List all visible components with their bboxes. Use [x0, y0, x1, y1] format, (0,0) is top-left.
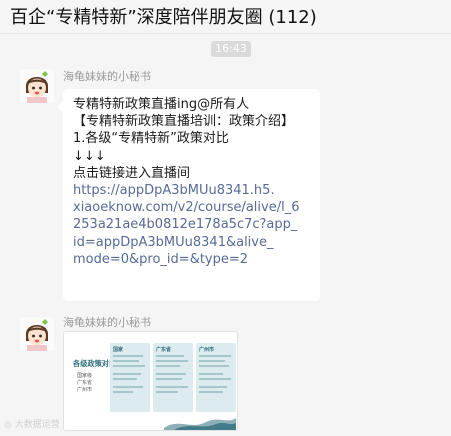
image-label: 广州市	[77, 387, 93, 393]
image-text-bar	[113, 391, 133, 393]
message-line: 专精特新政策直播ing@所有人	[73, 97, 250, 112]
wave-decoration-icon	[164, 418, 236, 430]
live-link[interactable]: xiaoeknow.com/v2/course/alive/l_6	[73, 199, 311, 216]
image-text-bar	[199, 360, 225, 362]
image-text-bar	[113, 355, 143, 357]
image-column-head: 广州市	[199, 347, 215, 353]
image-column: 广州市	[196, 343, 236, 412]
cartoon-girl-avatar-icon	[20, 69, 54, 103]
live-link[interactable]: mode=0&pro_id=&type=2	[73, 251, 311, 268]
image-text-bar	[199, 355, 231, 357]
live-link[interactable]: id=appDpA3bMUu8341&alive_	[73, 234, 311, 251]
avatar[interactable]	[20, 317, 54, 351]
avatar[interactable]	[20, 69, 54, 103]
cartoon-girl-avatar-icon	[20, 317, 54, 351]
image-message[interactable]: 各级政策对比 国家级 广东省 广州市 国家 广东省 广州市	[63, 331, 238, 431]
image-text-bar	[156, 373, 186, 375]
live-link[interactable]: https://appDpA3bMUu8341.h5.	[73, 182, 311, 199]
image-label: 国家级	[77, 373, 93, 379]
image-text-bar	[199, 391, 223, 393]
image-text-bar	[156, 386, 188, 388]
image-text-bar	[113, 386, 143, 388]
sender-name: 海龟妹妹的小秘书	[63, 70, 151, 83]
chat-header: 百企“专精特新”深度陪伴朋友圈 (112)	[0, 0, 451, 34]
wechat-logo-icon: ◎	[4, 420, 12, 430]
chat-title: 百企“专精特新”深度陪伴朋友圈 (112)	[10, 7, 317, 28]
image-text-bar	[156, 365, 180, 367]
image-text-bar	[199, 373, 223, 375]
image-text-bar	[113, 360, 139, 362]
image-text-bar	[199, 378, 231, 380]
message-line: 1.各级“专精特新”政策对比	[73, 131, 229, 147]
message-line: 点击链接进入直播间	[73, 165, 191, 181]
image-column: 国家	[110, 343, 150, 412]
live-link[interactable]: 253a21ae4b0812e178a5c7c?app_	[73, 216, 311, 233]
image-text-bar	[199, 386, 227, 388]
image-text-bar	[156, 378, 182, 380]
watermark-text: 大数据运营	[14, 420, 60, 430]
image-label: 广东省	[77, 380, 93, 386]
image-text-bar	[156, 391, 178, 393]
image-text-bar	[113, 373, 141, 375]
image-text-bar	[113, 378, 137, 380]
image-text-bar	[156, 355, 184, 357]
sender-name: 海龟妹妹的小秘书	[63, 316, 151, 329]
image-text-bar	[156, 360, 188, 362]
image-column-head: 广东省	[156, 347, 172, 353]
message-bubble[interactable]: 专精特新政策直播ing@所有人 【专精特新政策直播培训：政策介绍】 1.各级“专…	[57, 89, 320, 301]
watermark: ◎ 大数据运营	[4, 417, 60, 430]
image-text-bar	[113, 365, 145, 367]
image-text-bar	[199, 365, 229, 367]
message-line: ↓↓↓	[73, 148, 106, 164]
image-column-head: 国家	[113, 347, 124, 353]
time-divider: 16:43	[211, 41, 251, 57]
image-column: 广东省	[153, 343, 193, 412]
message-line: 【专精特新政策直播培训：政策介绍】	[73, 114, 295, 130]
